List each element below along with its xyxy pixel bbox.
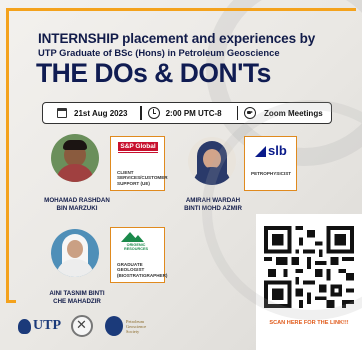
slb-triangle-icon	[255, 145, 266, 157]
speaker-name-aini: AINI TASNIM BINTI CHE MAHADZIR	[49, 290, 105, 305]
speaker-role: CLIENT SERVICES/CUSTOMER SUPPORT (UE)	[117, 170, 168, 186]
qr-code-icon[interactable]	[263, 226, 355, 308]
speaker-photo-rashdan	[51, 134, 99, 182]
event-poster: INTERNSHIP placement and experiences by …	[0, 0, 362, 350]
speaker-name-rashdan: MOHAMAD RASHDAN BIN MARZUKI	[44, 197, 110, 212]
poster-title: THE DOs & DON'Ts	[36, 58, 271, 88]
speaker-photo-amirah	[188, 137, 236, 185]
qr-caption: SCAN HERE FOR THE LINK!!!	[269, 320, 349, 326]
divider	[236, 106, 238, 120]
clock-icon	[147, 107, 160, 119]
utp-logo: UTP	[18, 318, 61, 334]
event-platform-text: Zoom Meetings	[263, 108, 323, 118]
speaker-photo-aini	[51, 229, 99, 277]
company-card-slb: slb PETROPHYSICIST	[244, 136, 297, 191]
society-name: Petroleum Geoscience Society	[126, 318, 147, 334]
origenic-mountain-icon	[132, 235, 144, 242]
calendar-icon	[57, 108, 67, 118]
orange-frame-left	[6, 8, 16, 303]
company-card-origenic: ORIGENIC RESOURCES GRADUATE GEOLOGIST (B…	[110, 227, 168, 283]
logo-underline	[118, 152, 158, 153]
speaker-role: GRADUATE GEOLOGIST (BIOSTRATIGRAPHER)	[117, 262, 168, 278]
poster-headline: INTERNSHIP placement and experiences by	[38, 31, 316, 46]
event-info-bar: 21st Aug 2023 2:00 PM UTC-8 Zoom Meeting…	[42, 102, 332, 124]
speaker-name-amirah: AMIRAH WARDAH BINTI MOHD AZMIR	[184, 197, 242, 212]
qr-panel[interactable]: SCAN HERE FOR THE LINK!!!	[256, 214, 362, 350]
company-card-sp-global: S&P Global CLIENT SERVICES/CUSTOMER SUPP…	[110, 136, 168, 191]
university-crest-icon	[71, 315, 93, 337]
divider	[140, 106, 142, 120]
slb-logo: slb	[255, 144, 287, 157]
video-camera-icon	[243, 107, 256, 119]
speaker-role: PETROPHYSICIST	[251, 171, 292, 176]
origenic-logo-text: ORIGENIC RESOURCES	[123, 243, 149, 251]
event-platform: Zoom Meetings	[243, 107, 331, 119]
footer-logos: UTP Petroleum Geoscience Society	[18, 315, 154, 337]
orange-frame-top	[6, 8, 356, 11]
event-time: 2:00 PM UTC-8	[147, 107, 237, 119]
event-time-text: 2:00 PM UTC-8	[165, 108, 222, 118]
utp-badge-icon	[18, 318, 31, 334]
poster-subline: UTP Graduate of BSc (Hons) in Petroleum …	[38, 47, 280, 58]
event-date: 21st Aug 2023	[43, 108, 140, 118]
event-date-text: 21st Aug 2023	[74, 108, 128, 118]
sp-global-logo: S&P Global	[118, 142, 158, 151]
society-logo-icon	[105, 316, 123, 336]
